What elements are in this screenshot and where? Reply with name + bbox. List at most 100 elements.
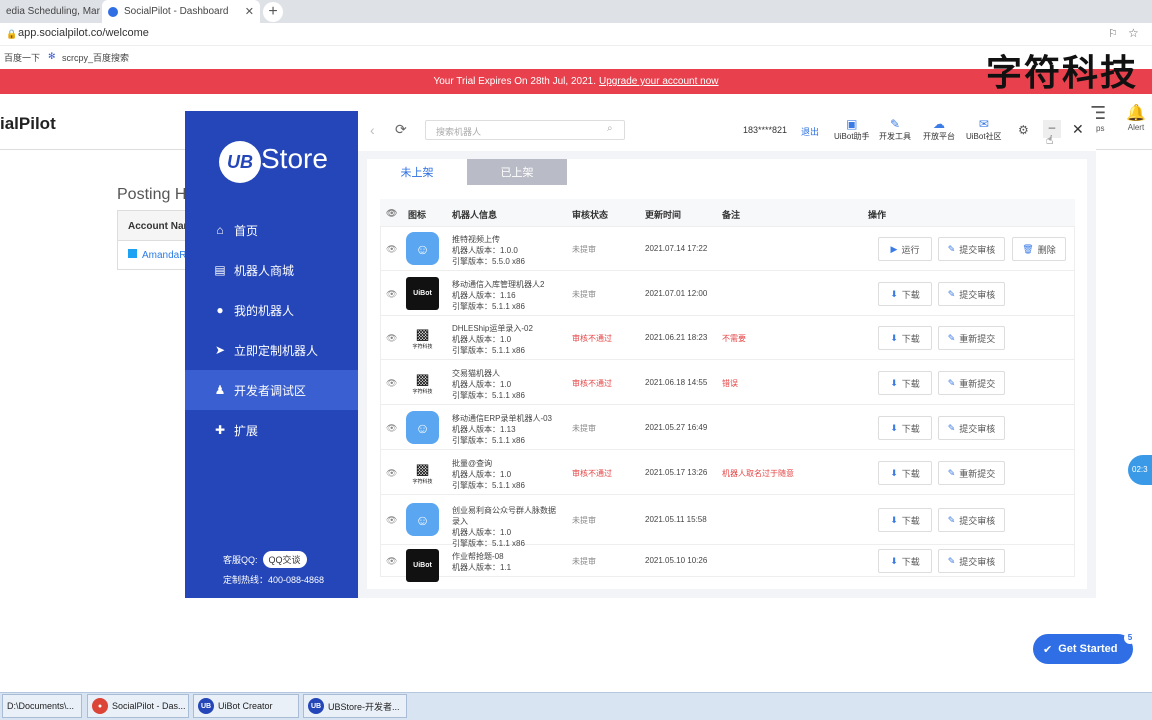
download-button[interactable]: ⬇ 下载 xyxy=(878,371,932,395)
taskbar-label: SocialPilot - Das... xyxy=(112,701,186,711)
socialpilot-logo[interactable]: ialPilot xyxy=(0,114,56,134)
tool-uibot-community[interactable]: ✉ UiBot社区 xyxy=(966,117,1002,142)
back-icon[interactable]: ‹ xyxy=(370,122,375,138)
submit-review-button[interactable]: ✎ 提交审核 xyxy=(938,508,1005,532)
search-icon[interactable]: ⌕ xyxy=(607,123,613,134)
nav-developer-area[interactable]: ♟ 开发者调试区 xyxy=(185,370,358,410)
robot-name: 移动通信ERP录单机器人-03 xyxy=(452,414,553,423)
download-button[interactable]: ⬇ 下载 xyxy=(878,282,932,306)
new-tab-button[interactable]: + xyxy=(263,2,283,22)
col-notes: 备注 xyxy=(722,210,741,220)
robot-name: DHLEShip运单录入-02 xyxy=(452,324,533,333)
cloud-icon: ☁ xyxy=(933,117,945,131)
tool-uibot-assistant[interactable]: ▣ UiBot助手 xyxy=(834,117,870,142)
action-icon: 🗑 xyxy=(1022,243,1034,254)
visibility-eye-icon[interactable]: 👁 xyxy=(386,378,397,389)
robot-search-input[interactable]: 搜索机器人 xyxy=(425,120,625,140)
tab-unpublished[interactable]: 未上架 xyxy=(367,159,467,185)
nav-extensions[interactable]: ✚ 扩展 xyxy=(185,410,358,450)
robot-thumbnail: ☺ xyxy=(406,411,439,444)
robot-thumbnail: ▩ 字符科技 xyxy=(406,456,439,489)
robot-thumbnail: UiBot xyxy=(406,549,439,582)
action-label: 下载 xyxy=(901,333,920,344)
submit-review-button[interactable]: ✎ 提交审核 xyxy=(938,237,1005,261)
action-label: 下载 xyxy=(901,556,920,567)
submit-review-button[interactable]: ✎ 提交审核 xyxy=(938,549,1005,573)
alert-menu[interactable]: 🔔 Alert xyxy=(1126,103,1146,132)
ubstore-icon: UB xyxy=(308,698,324,714)
upgrade-link[interactable]: Upgrade your account now xyxy=(599,76,719,87)
tool-dev-tools[interactable]: ✎ 开发工具 xyxy=(879,117,911,142)
resubmit-button[interactable]: ✎ 重新提交 xyxy=(938,371,1005,395)
visibility-eye-icon[interactable]: 👁 xyxy=(386,423,397,434)
resubmit-button[interactable]: ✎ 重新提交 xyxy=(938,326,1005,350)
robot-version: 机器人版本：1.13 xyxy=(452,425,516,434)
star-icon[interactable]: ☆ xyxy=(1128,26,1139,40)
review-note: 机器人取名过于随意 xyxy=(722,469,794,478)
nav-label: 立即定制机器人 xyxy=(234,343,319,358)
visibility-eye-icon[interactable]: 👁 xyxy=(386,244,397,255)
nav-label: 首页 xyxy=(234,223,259,238)
qr-glyph: ▩ xyxy=(415,326,430,343)
action-icon: ⬇ xyxy=(890,332,898,343)
robot-thumbnail: ☺ xyxy=(406,232,439,265)
qr-glyph: ▩ xyxy=(415,461,430,478)
browser-tab-dashboard[interactable]: SocialPilot - Dashboard ✕ xyxy=(102,0,260,23)
download-button[interactable]: ⬇ 下载 xyxy=(878,326,932,350)
submit-review-button[interactable]: ✎ 提交审核 xyxy=(938,282,1005,306)
visibility-eye-icon[interactable]: 👁 xyxy=(386,556,397,567)
url-text[interactable]: app.socialpilot.co/welcome xyxy=(18,27,149,39)
update-time: 2021.05.11 15:58 xyxy=(645,515,707,524)
visibility-eye-icon[interactable]: 👁 xyxy=(386,333,397,344)
qq-chat-button[interactable]: QQ交谈 xyxy=(262,551,307,568)
download-button[interactable]: ⬇ 下载 xyxy=(878,508,932,532)
action-icon: ✎ xyxy=(947,422,956,433)
close-window-icon[interactable]: ✕ xyxy=(1072,121,1084,138)
action-icon: ✎ xyxy=(947,332,956,343)
download-button[interactable]: ⬇ 下载 xyxy=(878,549,932,573)
resubmit-button[interactable]: ✎ 重新提交 xyxy=(938,461,1005,485)
delete-button[interactable]: 🗑 删除 xyxy=(1012,237,1066,261)
run-button[interactable]: ▶ 运行 xyxy=(878,237,932,261)
tab-published[interactable]: 已上架 xyxy=(467,159,567,185)
get-started-label: Get Started xyxy=(1058,643,1118,655)
bookmark-scrcpy[interactable]: scrcpy_百度搜索 xyxy=(62,51,129,64)
icon-caption: 字符科技 xyxy=(412,479,433,485)
robot-version: 机器人版本：1.0 xyxy=(452,528,512,537)
visibility-eye-icon[interactable]: 👁 xyxy=(386,468,397,479)
store-icon: ▤ xyxy=(214,263,226,277)
robot-version: 机器人版本：1.0 xyxy=(452,380,512,389)
nav-robot-store[interactable]: ▤ 机器人商城 xyxy=(185,250,358,290)
nav-home[interactable]: ⌂ 首页 xyxy=(185,210,358,250)
tool-open-platform[interactable]: ☁ 开放平台 xyxy=(923,117,955,142)
browser-tab-scheduling[interactable]: edia Scheduling, Mark ✕ xyxy=(0,0,100,23)
refresh-icon[interactable]: ⟳ xyxy=(395,121,407,138)
review-status: 未提审 xyxy=(572,245,596,254)
tool-label: 开放平台 xyxy=(923,132,955,141)
tab-close-icon[interactable]: ✕ xyxy=(241,5,254,18)
visibility-eye-icon[interactable]: 👁 xyxy=(386,289,397,300)
floating-clock[interactable]: 02:3 xyxy=(1128,455,1152,485)
table-row: 👁 ☺ 创业易利商公众号群人脉数据录入 机器人版本：1.0 引擎版本：5.1.1 … xyxy=(380,495,1075,548)
taskbar-item-chrome[interactable]: ● SocialPilot - Das... xyxy=(87,694,189,718)
translate-icon[interactable]: ⚐ xyxy=(1108,27,1118,40)
action-label: 提交审核 xyxy=(959,556,996,567)
taskbar-item-ubstore[interactable]: UB UBStore-开发者... xyxy=(303,694,407,718)
ubstore-logo-text: Store xyxy=(261,143,328,174)
download-button[interactable]: ⬇ 下载 xyxy=(878,461,932,485)
settings-gear-icon[interactable]: ⚙ xyxy=(1018,123,1029,137)
icon-caption: 字符科技 xyxy=(412,389,433,395)
taskbar-item-explorer[interactable]: D:\Documents\... xyxy=(2,694,82,718)
logout-link[interactable]: 退出 xyxy=(801,125,819,138)
get-started-button[interactable]: ✔ Get Started xyxy=(1033,634,1133,664)
review-note: 错误 xyxy=(722,379,738,388)
download-button[interactable]: ⬇ 下载 xyxy=(878,416,932,440)
submit-review-button[interactable]: ✎ 提交审核 xyxy=(938,416,1005,440)
visibility-eye-icon[interactable]: 👁 xyxy=(386,515,397,526)
action-icon: ⬇ xyxy=(890,377,898,388)
bookmark-baidu[interactable]: 百度一下 xyxy=(4,51,40,64)
nav-my-robots[interactable]: ● 我的机器人 xyxy=(185,290,358,330)
address-bar[interactable] xyxy=(0,23,1152,46)
nav-custom-robot[interactable]: ➤ 立即定制机器人 xyxy=(185,330,358,370)
taskbar-item-uibot[interactable]: UB UiBot Creator xyxy=(193,694,299,718)
